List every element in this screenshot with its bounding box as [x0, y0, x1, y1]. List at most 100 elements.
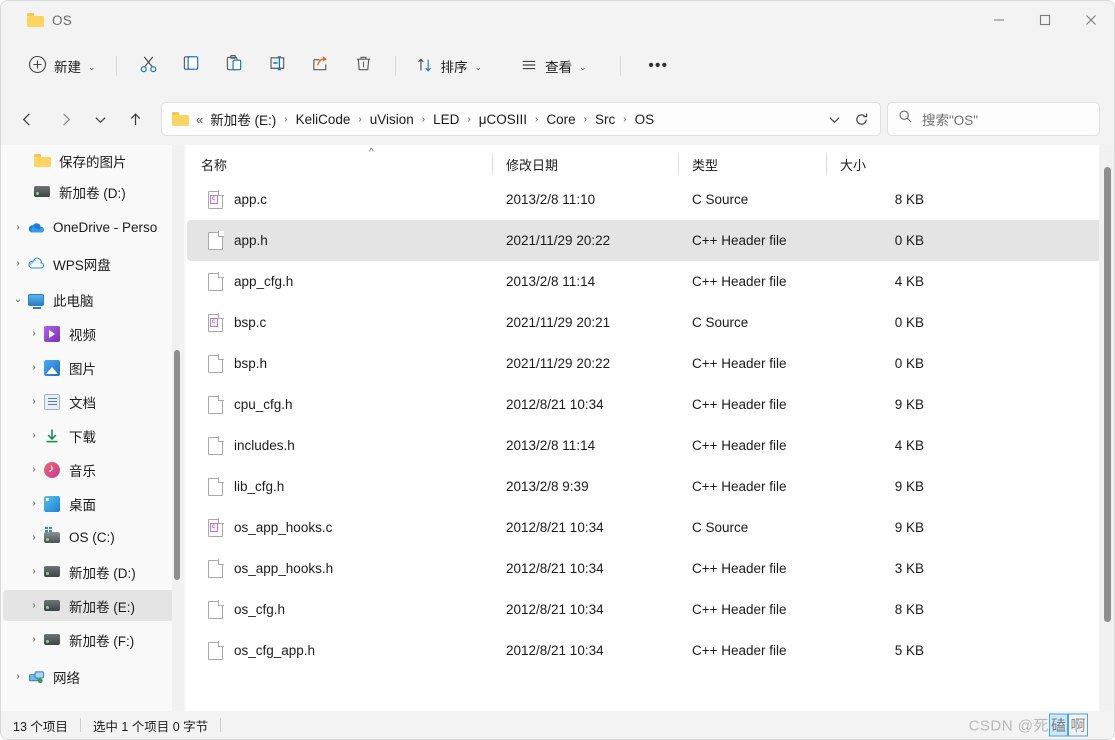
maximize-button[interactable]	[1022, 1, 1068, 39]
recent-locations-button[interactable]	[87, 103, 113, 135]
sidebar-item-music[interactable]: › 音乐	[3, 454, 182, 485]
explorer-tab[interactable]: OS	[15, 4, 84, 36]
table-row[interactable]: c app.c 2013/2/8 11:10 C Source 8 KB	[187, 179, 1110, 220]
breadcrumb-item-3[interactable]: LED	[428, 110, 464, 129]
file-date: 2013/2/8 11:14	[506, 274, 596, 289]
file-name-cell: os_app_hooks.h	[187, 558, 492, 578]
refresh-button[interactable]	[848, 106, 874, 132]
breadcrumb-bar[interactable]: « 新加卷 (E:) › KeliCode › uVision › LED › …	[161, 102, 881, 136]
column-header-date[interactable]: 修改日期	[492, 153, 678, 175]
expander-icon[interactable]: ›	[9, 258, 27, 269]
sidebar-item-this-pc[interactable]: ⌄ 此电脑	[3, 284, 182, 315]
sidebar-item-volume-d-quick[interactable]: 新加卷 (D:)	[3, 176, 182, 207]
sidebar-scrollbar-track[interactable]	[172, 145, 184, 711]
up-button[interactable]	[119, 103, 151, 135]
downloads-icon	[43, 427, 61, 445]
sidebar-item-volume-d[interactable]: › 新加卷 (D:)	[3, 556, 182, 587]
breadcrumb-item-0[interactable]: 新加卷 (E:)	[205, 107, 281, 131]
close-button[interactable]	[1068, 1, 1114, 39]
breadcrumb-overflow[interactable]: «	[194, 112, 205, 127]
sidebar-item-network[interactable]: › 网络	[3, 661, 182, 692]
breadcrumb-dropdown-button[interactable]	[822, 107, 846, 131]
table-row[interactable]: app_cfg.h 2013/2/8 11:14 C++ Header file…	[187, 261, 1110, 302]
expander-icon[interactable]: ⌄	[9, 294, 27, 305]
expander-icon[interactable]: ›	[25, 498, 43, 509]
drive-icon	[43, 631, 61, 649]
file-type: C Source	[692, 520, 749, 535]
sidebar-scrollbar-thumb[interactable]	[174, 350, 180, 580]
sidebar-item-label: 新加卷 (E:)	[69, 599, 135, 615]
title-bar: OS	[1, 1, 1114, 39]
table-row[interactable]: c os_app_hooks.c 2012/8/21 10:34 C Sourc…	[187, 507, 1110, 548]
file-date: 2021/11/29 20:21	[506, 315, 611, 330]
sidebar-item-volume-e[interactable]: › 新加卷 (E:)	[3, 590, 182, 621]
sort-button[interactable]: 排序 ⌄	[407, 49, 492, 83]
breadcrumb-item-2[interactable]: uVision	[365, 110, 419, 129]
table-row[interactable]: app.h 2021/11/29 20:22 C++ Header file 0…	[187, 220, 1110, 261]
breadcrumb-item-7[interactable]: OS	[630, 110, 660, 129]
breadcrumb-item-1[interactable]: KeliCode	[291, 110, 356, 129]
this-pc-icon	[27, 291, 45, 309]
sidebar-item-volume-f[interactable]: › 新加卷 (F:)	[3, 624, 182, 655]
header-file-icon	[208, 476, 224, 496]
back-button[interactable]	[11, 103, 43, 135]
search-input[interactable]: 搜索"OS"	[922, 109, 978, 129]
minimize-button[interactable]	[976, 1, 1022, 39]
share-button[interactable]	[300, 49, 341, 83]
expander-icon[interactable]: ›	[25, 532, 43, 543]
sidebar-item-saved-pictures[interactable]: 保存的图片	[3, 145, 182, 176]
sidebar-item-os-c[interactable]: › OS (C:)	[3, 522, 182, 553]
expander-icon[interactable]: ›	[25, 362, 43, 373]
sidebar-item-documents[interactable]: › 文档	[3, 386, 182, 417]
breadcrumb-item-5[interactable]: Core	[541, 110, 580, 129]
sidebar-item-onedrive[interactable]: › OneDrive - Perso	[3, 212, 182, 243]
sidebar-item-wps-cloud[interactable]: › WPS网盘	[3, 248, 182, 279]
cut-button[interactable]	[128, 49, 169, 83]
file-name-cell: c os_app_hooks.c	[187, 517, 492, 537]
view-button[interactable]: 查看 ⌄	[511, 49, 596, 83]
sidebar-item-pictures[interactable]: › 图片	[3, 352, 182, 383]
expander-icon[interactable]: ›	[25, 430, 43, 441]
expander-icon[interactable]: ›	[25, 396, 43, 407]
expander-icon[interactable]: ›	[25, 464, 43, 475]
more-options-button[interactable]: •••	[638, 49, 679, 83]
expander-icon[interactable]: ›	[25, 566, 43, 577]
file-date: 2012/8/21 10:34	[506, 520, 604, 535]
sidebar-item-desktop[interactable]: › 桌面	[3, 488, 182, 519]
column-header-size[interactable]: 大小	[826, 153, 936, 175]
forward-button[interactable]	[49, 103, 81, 135]
sidebar-item-label: WPS网盘	[53, 257, 111, 273]
breadcrumb-item-6[interactable]: Src	[590, 110, 620, 129]
expander-icon[interactable]: ›	[9, 671, 27, 682]
new-button[interactable]: 新建 ⌄	[19, 49, 105, 83]
delete-button[interactable]	[343, 49, 384, 83]
file-list-scrollbar-thumb[interactable]	[1104, 167, 1111, 622]
chevron-down-icon: ⌄	[474, 61, 483, 72]
onedrive-icon	[27, 219, 45, 237]
expander-icon[interactable]: ›	[25, 634, 43, 645]
rename-button[interactable]	[257, 49, 298, 83]
sidebar-item-downloads[interactable]: › 下载	[3, 420, 182, 451]
breadcrumb-item-4[interactable]: μCOSIII	[474, 110, 532, 129]
table-row[interactable]: c bsp.c 2021/11/29 20:21 C Source 0 KB	[187, 302, 1110, 343]
expander-icon[interactable]: ›	[9, 222, 27, 233]
sidebar-item-videos[interactable]: › 视频	[3, 318, 182, 349]
paste-button[interactable]	[214, 49, 255, 83]
file-type: C++ Header file	[692, 561, 787, 576]
copy-button[interactable]	[171, 49, 212, 83]
search-box[interactable]: 搜索"OS"	[887, 102, 1100, 136]
table-row[interactable]: os_app_hooks.h 2012/8/21 10:34 C++ Heade…	[187, 548, 1110, 589]
table-row[interactable]: lib_cfg.h 2013/2/8 9:39 C++ Header file …	[187, 466, 1110, 507]
window-controls	[976, 1, 1114, 39]
file-list-scrollbar-track[interactable]	[1099, 145, 1114, 711]
expander-icon[interactable]: ›	[25, 600, 43, 611]
column-header-name[interactable]: 名称	[187, 153, 492, 175]
table-row[interactable]: os_cfg_app.h 2012/8/21 10:34 C++ Header …	[187, 630, 1110, 671]
music-icon	[43, 461, 61, 479]
table-row[interactable]: bsp.h 2021/11/29 20:22 C++ Header file 0…	[187, 343, 1110, 384]
expander-icon[interactable]: ›	[25, 328, 43, 339]
table-row[interactable]: os_cfg.h 2012/8/21 10:34 C++ Header file…	[187, 589, 1110, 630]
table-row[interactable]: cpu_cfg.h 2012/8/21 10:34 C++ Header fil…	[187, 384, 1110, 425]
column-header-type[interactable]: 类型	[678, 153, 826, 175]
table-row[interactable]: includes.h 2013/2/8 11:14 C++ Header fil…	[187, 425, 1110, 466]
